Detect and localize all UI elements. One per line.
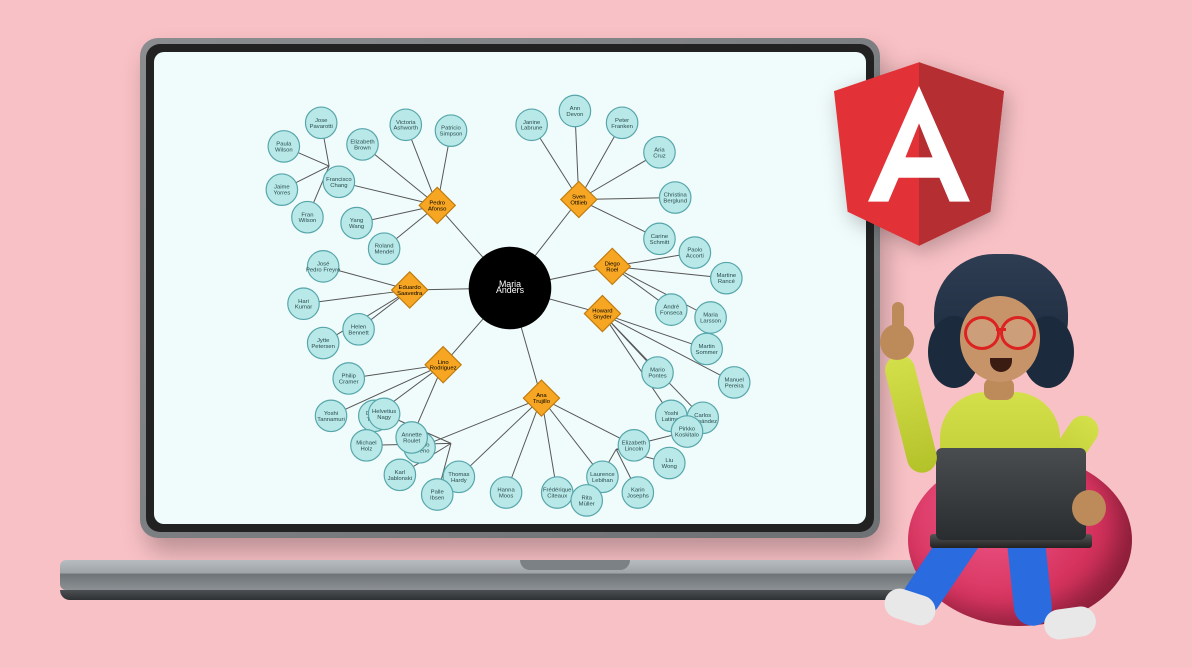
character-hand-pointing: [880, 324, 914, 360]
diagram-leaf-label: LaurenceLebihan: [590, 471, 615, 483]
diagram-leaf-label: MartinSommer: [696, 344, 718, 356]
diagram-leaf-label: MartineRancé: [717, 273, 737, 285]
diagram-leaf-label: ChristinaBerglund: [663, 192, 687, 204]
diagram-leaf-label: AriaCruz: [653, 147, 665, 159]
radial-tree-diagram: MariaAndersPedroAfonsoElizabethBrownVict…: [154, 52, 866, 524]
diagram-leaf-label: AnnetteRoulet: [402, 432, 423, 444]
diagram-hub-label: PedroAfonso: [428, 200, 447, 212]
diagram-leaf-label: PatricioSimpson: [440, 125, 463, 137]
diagram-leaf-label: PhilipCramer: [339, 373, 359, 385]
diagram-leaf-label: VictoriaAshworth: [393, 119, 418, 131]
laptop-screen-shell: MariaAndersPedroAfonsoElizabethBrownVict…: [140, 38, 880, 538]
angular-logo: A: [834, 62, 1004, 246]
diagram-leaf-label: RolandMendel: [374, 243, 393, 255]
diagram-hub-label: DiegoRoel: [605, 261, 621, 273]
diagram-hub-label: EduardoSaavedra: [397, 285, 423, 297]
character-on-beanbag: [822, 254, 1122, 634]
laptop-device: MariaAndersPedroAfonsoElizabethBrownVict…: [100, 38, 920, 638]
character-hand: [1072, 490, 1106, 526]
diagram-leaf-label: HelenBennett: [348, 324, 369, 336]
diagram-leaf-label: MarioPontes: [648, 367, 666, 379]
diagram-leaf-label: ElizabethLincoln: [622, 440, 646, 452]
diagram-hub-label: HowardSnyder: [592, 308, 612, 320]
diagram-center-label: MariaAnders: [496, 279, 525, 295]
diagram-leaf-label: PaulaWilson: [275, 141, 293, 153]
diagram-hub-label: SvenOttlieb: [570, 194, 588, 206]
diagram-leaf-label: HannaMoos: [497, 487, 515, 499]
diagram-leaf-label: MariaLarsson: [700, 312, 721, 324]
diagram-panel: MariaAndersPedroAfonsoElizabethBrownVict…: [154, 52, 866, 524]
diagram-leaf-label: PaoloAccorti: [686, 247, 704, 259]
character-laptop-lid: [936, 448, 1086, 540]
diagram-leaf-label: YangWang: [349, 218, 364, 230]
diagram-leaf-label: JaimeYorres: [273, 184, 290, 196]
diagram-leaf-label: ThomasHardy: [448, 471, 469, 483]
screen-bezel: MariaAndersPedroAfonsoElizabethBrownVict…: [146, 44, 874, 532]
diagram-leaf-label: CarineSchmitt: [650, 233, 670, 245]
diagram-leaf-label: PalleIbsen: [430, 489, 444, 501]
laptop-notch: [520, 560, 630, 570]
diagram-leaf-label: JanineLabrune: [521, 119, 543, 131]
illustration-stage: MariaAndersPedroAfonsoElizabethBrownVict…: [0, 0, 1192, 668]
glasses-icon: [960, 316, 1040, 344]
diagram-leaf-label: ManuelPereira: [725, 377, 745, 389]
